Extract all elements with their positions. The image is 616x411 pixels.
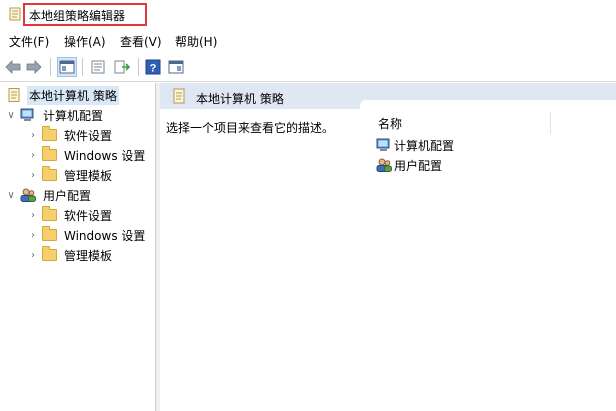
title-bar: 本地组策略编辑器 [0, 0, 616, 29]
item-list: 名称 计算机配置 用户配置 [360, 100, 616, 411]
toolbar-separator [50, 58, 51, 76]
properties-button[interactable] [88, 57, 108, 77]
description-text: 选择一个项目来查看它的描述。 [166, 121, 335, 135]
folder-icon [42, 126, 57, 141]
help-button[interactable]: ? [143, 57, 163, 77]
computer-icon [20, 108, 34, 121]
folder-icon [42, 146, 57, 161]
menu-action[interactable]: 操作(A) [64, 33, 106, 50]
folder-icon [42, 166, 57, 181]
list-item-computer-configuration[interactable]: 计算机配置 [376, 136, 454, 154]
show-hide-action-pane-button[interactable] [166, 57, 186, 77]
tree-item-user-configuration[interactable]: ∨ 用户配置 [6, 185, 93, 205]
menu-file[interactable]: 文件(F) [9, 33, 49, 50]
column-separator[interactable] [550, 112, 551, 134]
details-pane: 本地计算机 策略 选择一个项目来查看它的描述。 名称 计算机配置 用户配置 [160, 83, 616, 411]
chevron-right-icon[interactable]: › [28, 150, 38, 161]
details-header-title: 本地计算机 策略 [196, 92, 284, 106]
toolbar-separator [82, 58, 83, 76]
chevron-down-icon[interactable]: ∨ [6, 110, 16, 121]
tree-item-software-settings[interactable]: › 软件设置 [28, 205, 114, 225]
tree-item-administrative-templates[interactable]: › 管理模板 [28, 245, 114, 265]
help-icon: ? [145, 59, 161, 75]
tree-label: 软件设置 [64, 208, 113, 223]
back-button[interactable] [3, 57, 23, 77]
folder-icon [42, 246, 57, 261]
list-item-label: 计算机配置 [394, 138, 455, 153]
svg-text:?: ? [150, 63, 157, 75]
forward-button[interactable] [24, 57, 44, 77]
menu-view[interactable]: 查看(V) [120, 33, 162, 50]
console-tree-icon [59, 60, 75, 74]
policy-document-icon [173, 88, 185, 104]
tree-item-software-settings[interactable]: › 软件设置 [28, 125, 114, 145]
chevron-right-icon[interactable]: › [28, 210, 38, 221]
menu-bar: 文件(F) 操作(A) 查看(V) 帮助(H) [0, 29, 616, 51]
tree-label: Windows 设置 [64, 228, 146, 243]
tree-label: 计算机配置 [43, 108, 104, 123]
properties-icon [91, 60, 105, 74]
tree-label: 软件设置 [64, 128, 113, 143]
tree-label: 用户配置 [43, 188, 92, 203]
list-item-label: 用户配置 [394, 158, 443, 173]
users-icon [376, 158, 392, 172]
toolbar-separator [138, 58, 139, 76]
chevron-right-icon[interactable]: › [28, 230, 38, 241]
action-pane-icon [168, 60, 184, 74]
menu-help[interactable]: 帮助(H) [175, 33, 217, 50]
toolbar: ? [0, 52, 616, 82]
show-hide-console-tree-button[interactable] [57, 57, 77, 77]
list-item-user-configuration[interactable]: 用户配置 [376, 156, 442, 174]
chevron-right-icon[interactable]: › [28, 250, 38, 261]
tree-item-administrative-templates[interactable]: › 管理模板 [28, 165, 114, 185]
tree-item-computer-configuration[interactable]: ∨ 计算机配置 [6, 105, 105, 125]
chevron-right-icon[interactable]: › [28, 170, 38, 181]
tree-label: 管理模板 [64, 248, 113, 263]
folder-icon [42, 206, 57, 221]
tree-label: 管理模板 [64, 168, 113, 183]
chevron-down-icon[interactable]: ∨ [6, 190, 16, 201]
computer-icon [376, 138, 390, 151]
policy-document-icon [8, 88, 20, 102]
forward-arrow-icon [26, 60, 42, 74]
export-list-button[interactable] [112, 57, 132, 77]
chevron-right-icon[interactable]: › [28, 130, 38, 141]
export-list-icon [114, 60, 130, 74]
tree-item-windows-settings[interactable]: › Windows 设置 [28, 145, 147, 165]
tree-label: Windows 设置 [64, 148, 146, 163]
window-title: 本地组策略编辑器 [29, 9, 126, 23]
policy-document-icon [9, 7, 21, 21]
console-tree: 本地计算机 策略 ∨ 计算机配置 › 软件设置 › Windows 设置 › 管… [0, 83, 156, 411]
tree-item-windows-settings[interactable]: › Windows 设置 [28, 225, 147, 245]
column-header-name[interactable]: 名称 [378, 115, 402, 132]
folder-icon [42, 226, 57, 241]
tree-label: 本地计算机 策略 [27, 85, 119, 105]
back-arrow-icon [5, 60, 21, 74]
users-icon [20, 188, 36, 202]
tree-item-local-computer-policy[interactable]: 本地计算机 策略 [6, 85, 119, 105]
